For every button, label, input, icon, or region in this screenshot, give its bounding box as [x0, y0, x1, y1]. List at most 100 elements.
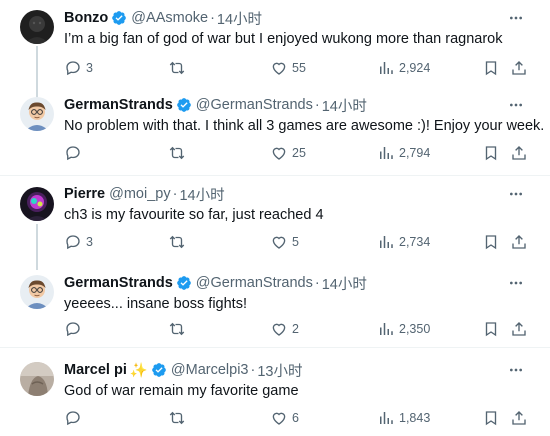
like-count: 2	[292, 322, 299, 336]
retweet-button[interactable]	[168, 319, 190, 339]
share-button[interactable]	[510, 408, 528, 428]
tweet-text: I’m a big fan of god of war but I enjoye…	[64, 31, 503, 47]
views-icon	[380, 323, 393, 335]
views-button[interactable]: 2,794	[377, 143, 430, 163]
timestamp[interactable]: 13小时	[257, 360, 302, 381]
view-count: 1,843	[399, 411, 431, 425]
more-icon[interactable]	[508, 362, 524, 378]
avatar[interactable]	[20, 275, 54, 309]
share-icon	[512, 235, 526, 249]
retweet-button[interactable]	[168, 408, 190, 428]
avatar[interactable]	[20, 187, 54, 221]
views-icon	[380, 236, 393, 248]
verified-badge-icon	[151, 362, 167, 378]
tweet-2[interactable]: GermanStrands @GermanStrands · 14小时 No p…	[0, 95, 550, 175]
like-button[interactable]: 5	[270, 232, 299, 252]
view-count: 2,794	[399, 146, 431, 160]
tweet-header: Bonzo @AAsmoke · 14小时	[64, 8, 262, 28]
separator: ·	[210, 10, 215, 26]
avatar[interactable]	[20, 97, 54, 131]
timestamp[interactable]: 14小时	[217, 8, 262, 29]
retweet-button[interactable]	[168, 58, 190, 78]
handle[interactable]: @GermanStrands	[196, 97, 313, 113]
share-button[interactable]	[510, 319, 528, 339]
heart-icon	[272, 62, 286, 75]
reply-button[interactable]	[64, 319, 86, 339]
avatar[interactable]	[20, 362, 54, 396]
heart-icon	[272, 323, 286, 336]
display-name[interactable]: GermanStrands	[64, 97, 173, 113]
bookmark-button[interactable]	[482, 408, 500, 428]
heart-icon	[272, 412, 286, 425]
bookmark-button[interactable]	[482, 319, 500, 339]
action-bar: 3 5 2,734	[64, 232, 544, 252]
tweet-1[interactable]: Bonzo @AAsmoke · 14小时 I’m a big fan of g…	[0, 8, 550, 98]
timestamp[interactable]: 14小时	[322, 273, 367, 294]
tweet-3[interactable]: Pierre @moi_py · 14小时 ch3 is my favourit…	[0, 184, 550, 270]
display-name[interactable]: Bonzo	[64, 10, 108, 26]
share-button[interactable]	[510, 232, 528, 252]
action-bar: 6 1,843	[64, 408, 544, 428]
like-button[interactable]: 6	[270, 408, 299, 428]
heart-icon	[272, 236, 286, 249]
tweet-4[interactable]: GermanStrands @GermanStrands · 14小时 yeee…	[0, 273, 550, 345]
retweet-icon	[169, 411, 185, 425]
more-icon[interactable]	[508, 275, 524, 291]
verified-badge-icon	[111, 10, 127, 26]
bookmark-button[interactable]	[482, 143, 500, 163]
reply-button[interactable]: 3	[64, 232, 93, 252]
retweet-icon	[169, 235, 185, 249]
verified-badge-icon	[176, 97, 192, 113]
share-button[interactable]	[510, 58, 528, 78]
reply-count: 3	[86, 235, 93, 249]
divider	[0, 175, 550, 176]
share-icon	[512, 146, 526, 160]
separator: ·	[250, 362, 256, 378]
views-button[interactable]: 2,924	[377, 58, 430, 78]
views-icon	[380, 412, 393, 424]
like-button[interactable]: 25	[270, 143, 306, 163]
views-button[interactable]: 2,734	[377, 232, 430, 252]
handle[interactable]: @AAsmoke	[131, 10, 208, 26]
display-name[interactable]: Pierre	[64, 186, 105, 202]
retweet-button[interactable]	[168, 232, 190, 252]
thread-line	[36, 224, 38, 270]
handle[interactable]: @Marcelpi3	[171, 362, 249, 378]
reply-count: 3	[86, 61, 93, 75]
retweet-button[interactable]	[168, 143, 190, 163]
like-button[interactable]: 2	[270, 319, 299, 339]
like-button[interactable]: 55	[270, 58, 306, 78]
action-bar: 2 2,350	[64, 319, 544, 339]
timestamp[interactable]: 14小时	[179, 184, 224, 205]
retweet-icon	[169, 61, 185, 75]
separator: ·	[172, 186, 178, 202]
tweet-header: GermanStrands @GermanStrands · 14小时	[64, 273, 367, 293]
display-name[interactable]: Marcel pi	[64, 362, 127, 378]
reply-button[interactable]: 3	[64, 58, 93, 78]
view-count: 2,350	[399, 322, 431, 336]
handle[interactable]: @GermanStrands	[196, 275, 313, 291]
share-button[interactable]	[510, 143, 528, 163]
bookmark-icon	[485, 235, 497, 250]
verified-badge-icon	[176, 275, 192, 291]
retweet-icon	[169, 146, 185, 160]
tweet-header: Marcel pi ✨ @Marcelpi3 · 13小时	[64, 360, 302, 380]
tweet-5[interactable]: Marcel pi ✨ @Marcelpi3 · 13小时 God of war…	[0, 360, 550, 436]
tweet-text: God of war remain my favorite game	[64, 383, 299, 399]
more-icon[interactable]	[508, 10, 524, 26]
tweet-text: yeeees... insane boss fights!	[64, 296, 247, 312]
more-icon[interactable]	[508, 186, 524, 202]
views-button[interactable]: 1,843	[377, 408, 430, 428]
timestamp[interactable]: 14小时	[322, 95, 367, 116]
views-icon	[380, 147, 393, 159]
handle[interactable]: @moi_py	[109, 186, 170, 202]
display-name[interactable]: GermanStrands	[64, 275, 173, 291]
separator: ·	[314, 275, 320, 291]
views-button[interactable]: 2,350	[377, 319, 430, 339]
reply-button[interactable]	[64, 408, 86, 428]
bookmark-button[interactable]	[482, 58, 500, 78]
avatar[interactable]	[20, 10, 54, 44]
reply-button[interactable]	[64, 143, 86, 163]
more-icon[interactable]	[508, 97, 524, 113]
bookmark-button[interactable]	[482, 232, 500, 252]
